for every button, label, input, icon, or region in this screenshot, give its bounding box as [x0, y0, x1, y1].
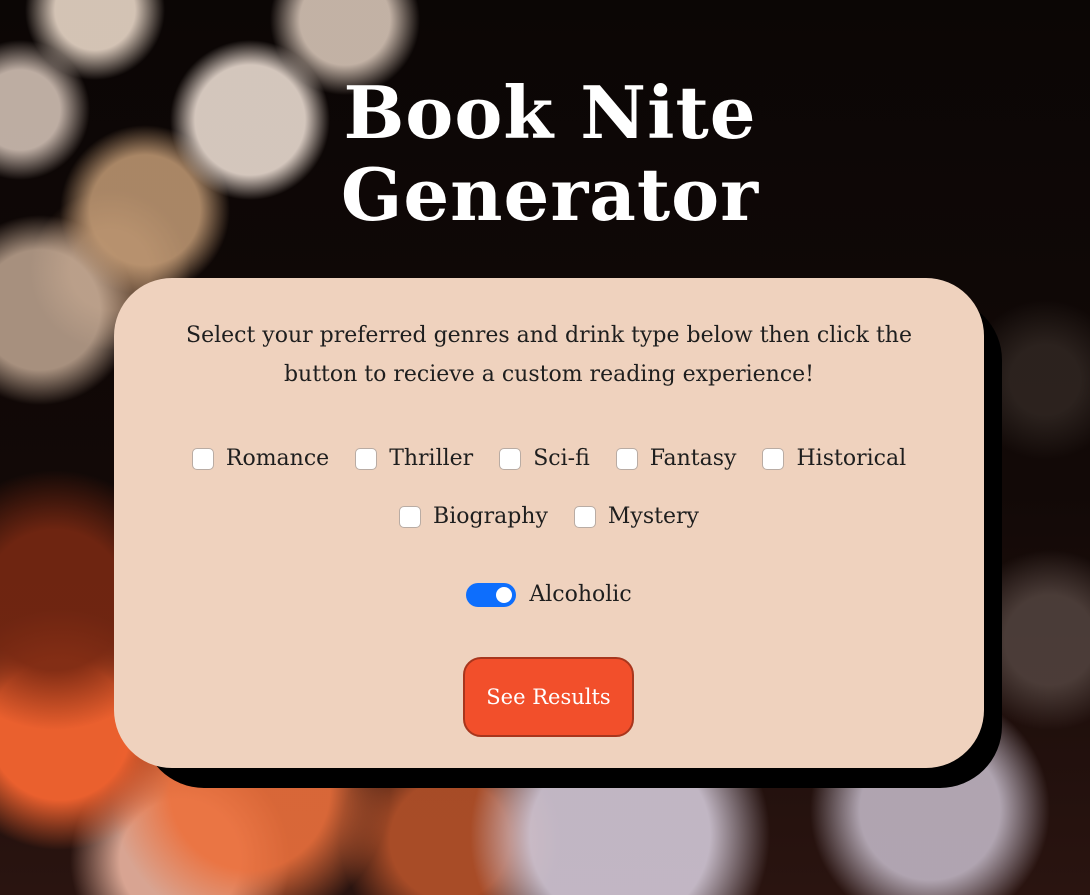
biography-checkbox[interactable]: [399, 505, 422, 528]
genre-label: Mystery: [607, 504, 699, 529]
thriller-checkbox[interactable]: [355, 447, 378, 470]
page-title-line-1: Book Nite: [343, 70, 757, 155]
genre-option-fantasy[interactable]: Fantasy: [615, 446, 737, 471]
sci-fi-checkbox[interactable]: [499, 447, 522, 470]
genre-label: Sci-fi: [533, 446, 590, 471]
drink-type-row: Alcoholic: [114, 582, 984, 607]
romance-checkbox[interactable]: [191, 447, 214, 470]
genre-label: Fantasy: [649, 446, 737, 471]
see-results-button[interactable]: See Results: [463, 657, 634, 737]
genre-option-romance[interactable]: Romance: [191, 446, 330, 471]
alcoholic-toggle-label: Alcoholic: [529, 582, 632, 607]
genre-label: Romance: [225, 446, 330, 471]
genre-label: Thriller: [389, 446, 474, 471]
page-title-line-2: Generator: [340, 152, 760, 237]
genre-row-1: Romance Thriller Sci-fi Fantasy Historic…: [114, 446, 984, 471]
genre-option-sci-fi[interactable]: Sci-fi: [499, 446, 590, 471]
page-title: Book Nite Generator: [0, 72, 1090, 236]
fantasy-checkbox[interactable]: [615, 447, 638, 470]
genre-row-2: Biography Mystery: [114, 504, 984, 529]
genre-label: Historical: [796, 446, 907, 471]
alcoholic-toggle-switch[interactable]: [466, 582, 517, 607]
genre-option-mystery[interactable]: Mystery: [573, 504, 699, 529]
mystery-checkbox[interactable]: [573, 505, 596, 528]
genre-option-thriller[interactable]: Thriller: [355, 446, 473, 471]
instructions-text: Select your preferred genres and drink t…: [186, 323, 912, 387]
historical-checkbox[interactable]: [762, 447, 785, 470]
preferences-card: Select your preferred genres and drink t…: [114, 278, 984, 768]
toggle-knob: [496, 586, 513, 603]
genre-label: Biography: [433, 504, 548, 529]
genre-option-biography[interactable]: Biography: [399, 504, 548, 529]
genre-option-historical[interactable]: Historical: [762, 446, 906, 471]
